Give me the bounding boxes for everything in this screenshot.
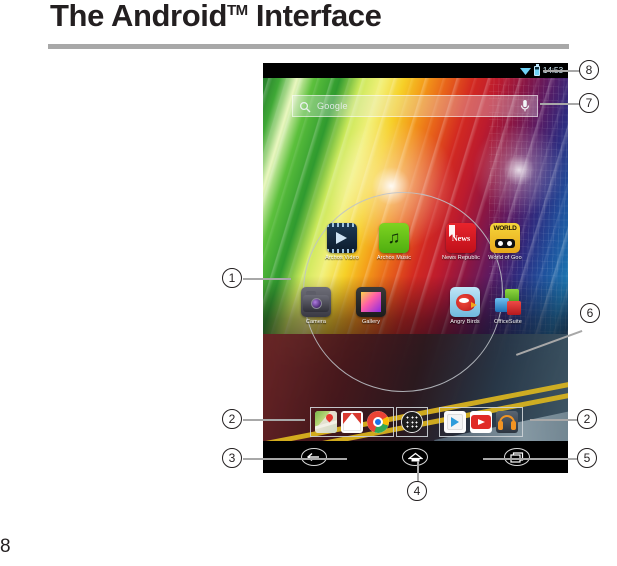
google-search-bar[interactable]: Google — [292, 95, 538, 117]
app-shortcut-gallery[interactable]: Gallery — [345, 287, 397, 325]
callout-number: 6 — [586, 306, 594, 320]
trademark-mark: TM — [226, 2, 248, 19]
microphone-icon[interactable] — [520, 99, 530, 113]
all-apps-group — [396, 407, 428, 437]
callout-3: 3 — [222, 448, 242, 468]
leader-line-3 — [243, 458, 347, 460]
world-of-goo-icon: WORLD — [490, 223, 520, 253]
dock-right-shortcuts — [439, 407, 523, 437]
page-title-suffix: Interface — [247, 0, 382, 33]
archos-music-icon — [379, 223, 409, 253]
leader-line-8 — [543, 70, 580, 72]
app-shortcut-officesuite[interactable]: OfficeSuite — [482, 287, 534, 325]
all-apps-icon[interactable] — [401, 411, 423, 433]
home-screen-app-grid: Archos Video Archos Music News News Repu… — [263, 223, 568, 341]
app-label: Gallery — [361, 319, 381, 325]
app-label: Archos Music — [376, 255, 412, 261]
callout-number: 8 — [585, 63, 593, 77]
app-label: Archos Video — [325, 255, 359, 261]
callout-8: 8 — [579, 60, 599, 80]
youtube-icon[interactable] — [470, 411, 492, 433]
callout-number: 2 — [583, 412, 591, 426]
leader-line-7 — [540, 103, 580, 105]
manual-page: The AndroidTM Interface 8 14:53 — [0, 0, 617, 566]
navigation-bar — [263, 441, 568, 473]
search-icon — [299, 100, 311, 113]
callout-6: 6 — [580, 303, 600, 323]
callout-number: 7 — [585, 96, 593, 110]
chrome-icon[interactable] — [367, 411, 389, 433]
leader-line-4 — [417, 461, 419, 483]
app-row-1: Archos Video Archos Music News News Repu… — [263, 223, 568, 277]
callout-7: 7 — [579, 93, 599, 113]
callout-number: 3 — [228, 451, 236, 465]
callout-2-left: 2 — [222, 409, 242, 429]
callout-number: 2 — [228, 412, 236, 426]
callout-1: 1 — [222, 268, 242, 288]
gallery-icon — [356, 287, 386, 317]
leader-line-2-left — [243, 419, 305, 421]
callout-5: 5 — [577, 448, 597, 468]
callout-number: 5 — [583, 451, 591, 465]
news-republic-icon: News — [446, 223, 476, 253]
page-title-main: The Android — [50, 0, 227, 33]
favorites-dock — [263, 407, 568, 441]
app-shortcut-archos-video[interactable]: Archos Video — [316, 223, 368, 261]
callout-2-right: 2 — [577, 409, 597, 429]
leader-line-5 — [483, 458, 577, 460]
tablet-screen: 14:53 Google — [263, 63, 568, 473]
callout-number: 1 — [228, 271, 236, 285]
archos-video-icon — [327, 223, 357, 253]
app-row-2: Camera Gallery Angry Birds OfficeSuite — [263, 287, 568, 341]
app-label: Camera — [305, 319, 327, 325]
angry-birds-icon — [450, 287, 480, 317]
officesuite-icon — [493, 287, 523, 317]
callout-number: 4 — [413, 484, 421, 498]
play-music-icon[interactable] — [496, 411, 518, 433]
app-shortcut-camera[interactable]: Camera — [290, 287, 342, 325]
camera-icon — [301, 287, 331, 317]
callout-4: 4 — [407, 481, 427, 501]
app-shortcut-archos-music[interactable]: Archos Music — [368, 223, 420, 261]
play-store-icon[interactable] — [444, 411, 466, 433]
search-input[interactable]: Google — [317, 101, 348, 111]
title-divider — [48, 44, 569, 49]
leader-line-1 — [243, 278, 291, 280]
battery-icon — [533, 64, 540, 76]
status-bar[interactable]: 14:53 — [263, 63, 568, 78]
wifi-icon — [519, 67, 531, 75]
gmail-icon[interactable] — [341, 411, 363, 433]
page-number: 8 — [0, 536, 11, 557]
home-button[interactable] — [402, 448, 429, 466]
back-button[interactable] — [300, 448, 327, 466]
dock-left-shortcuts — [310, 407, 394, 437]
app-label: World of Goo — [488, 255, 522, 261]
wallpaper-glow-right — [464, 114, 568, 225]
leader-line-2-right — [530, 419, 578, 421]
recent-apps-button[interactable] — [504, 448, 531, 466]
page-title: The AndroidTM Interface — [50, 0, 382, 34]
app-shortcut-world-of-goo[interactable]: WORLD World of Goo — [479, 223, 531, 261]
app-label: OfficeSuite — [494, 319, 522, 325]
maps-icon[interactable] — [315, 411, 337, 433]
